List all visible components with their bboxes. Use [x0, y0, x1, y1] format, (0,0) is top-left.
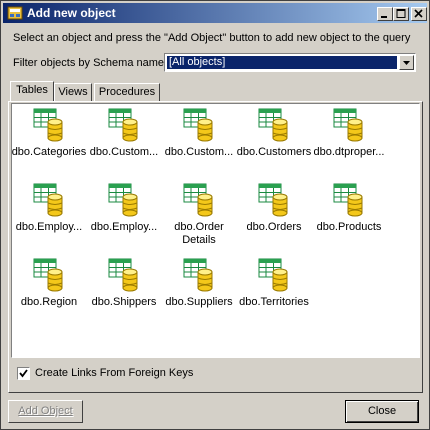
add-object-button[interactable]: Add Object	[8, 400, 83, 423]
table-database-icon	[258, 108, 288, 142]
minimize-icon	[381, 16, 387, 18]
table-item[interactable]: dbo.Order Details	[161, 183, 237, 247]
schema-filter-select[interactable]: [All objects]	[164, 53, 416, 72]
minimize-button[interactable]	[377, 7, 393, 21]
table-item-label: dbo.Region	[20, 296, 78, 308]
schema-filter-value: [All objects]	[166, 55, 398, 70]
table-item-label: dbo.Suppliers	[165, 296, 233, 308]
table-item[interactable]: dbo.Employ...	[11, 183, 87, 234]
table-item-label: dbo.Employ...	[15, 221, 83, 233]
table-item[interactable]: dbo.Territories	[236, 258, 312, 309]
table-item-label: dbo.Custom...	[89, 146, 159, 158]
dropdown-button[interactable]	[399, 55, 414, 70]
table-item-label: dbo.Categories	[11, 146, 87, 158]
table-database-icon	[333, 108, 363, 142]
add-object-dialog: Add new object Select an object and pres…	[0, 0, 430, 430]
tab-tables[interactable]: Tables	[10, 81, 54, 101]
table-item[interactable]: dbo.Shippers	[86, 258, 162, 309]
title-bar[interactable]: Add new object	[3, 3, 427, 23]
table-item-label: dbo.Customers	[236, 146, 312, 158]
close-icon	[414, 9, 423, 18]
table-item[interactable]: dbo.Region	[11, 258, 87, 309]
table-database-icon	[33, 183, 63, 217]
table-item-label: dbo.Orders	[246, 221, 302, 233]
table-item-label: dbo.Territories	[239, 296, 309, 308]
table-database-icon	[183, 108, 213, 142]
app-icon	[7, 6, 23, 20]
table-item[interactable]: dbo.Custom...	[86, 108, 162, 159]
tab-views[interactable]: Views	[54, 83, 92, 101]
table-database-icon	[333, 183, 363, 217]
instructions-text: Select an object and press the "Add Obje…	[13, 32, 411, 44]
table-item-label: dbo.Shippers	[91, 296, 157, 308]
table-item[interactable]: dbo.Customers	[236, 108, 312, 159]
table-item[interactable]: dbo.Suppliers	[161, 258, 237, 309]
close-button[interactable]: Close	[345, 400, 419, 423]
table-item[interactable]: dbo.Orders	[236, 183, 312, 234]
table-item-label: dbo.Products	[316, 221, 382, 233]
table-database-icon	[33, 108, 63, 142]
table-database-icon	[108, 108, 138, 142]
foreign-keys-checkbox[interactable]	[17, 367, 30, 380]
table-database-icon	[108, 183, 138, 217]
maximize-icon	[396, 9, 406, 18]
table-database-icon	[108, 258, 138, 292]
table-database-icon	[183, 258, 213, 292]
table-item[interactable]: dbo.Employ...	[86, 183, 162, 234]
foreign-keys-label[interactable]: Create Links From Foreign Keys	[35, 367, 193, 379]
checkmark-icon	[19, 369, 28, 378]
table-item[interactable]: dbo.Custom...	[161, 108, 237, 159]
table-item-label: dbo.Employ...	[90, 221, 158, 233]
table-database-icon	[258, 183, 288, 217]
maximize-button[interactable]	[393, 7, 409, 21]
filter-label: Filter objects by Schema name:	[13, 57, 168, 69]
table-item[interactable]: dbo.dtproper...	[311, 108, 387, 159]
tab-procedures[interactable]: Procedures	[94, 83, 160, 101]
table-database-icon	[183, 183, 213, 217]
table-item-label: dbo.dtproper...	[313, 146, 385, 158]
chevron-down-icon	[403, 61, 410, 65]
window-title: Add new object	[27, 6, 116, 20]
table-database-icon	[33, 258, 63, 292]
table-item-label: dbo.Order Details	[174, 221, 224, 246]
table-database-icon	[258, 258, 288, 292]
table-item[interactable]: dbo.Products	[311, 183, 387, 234]
table-item-label: dbo.Custom...	[164, 146, 234, 158]
table-item[interactable]: dbo.Categories	[11, 108, 87, 159]
object-list[interactable]: dbo.Categories dbo.Custom... dbo.Custom...…	[11, 103, 420, 358]
close-window-button[interactable]	[411, 7, 427, 21]
